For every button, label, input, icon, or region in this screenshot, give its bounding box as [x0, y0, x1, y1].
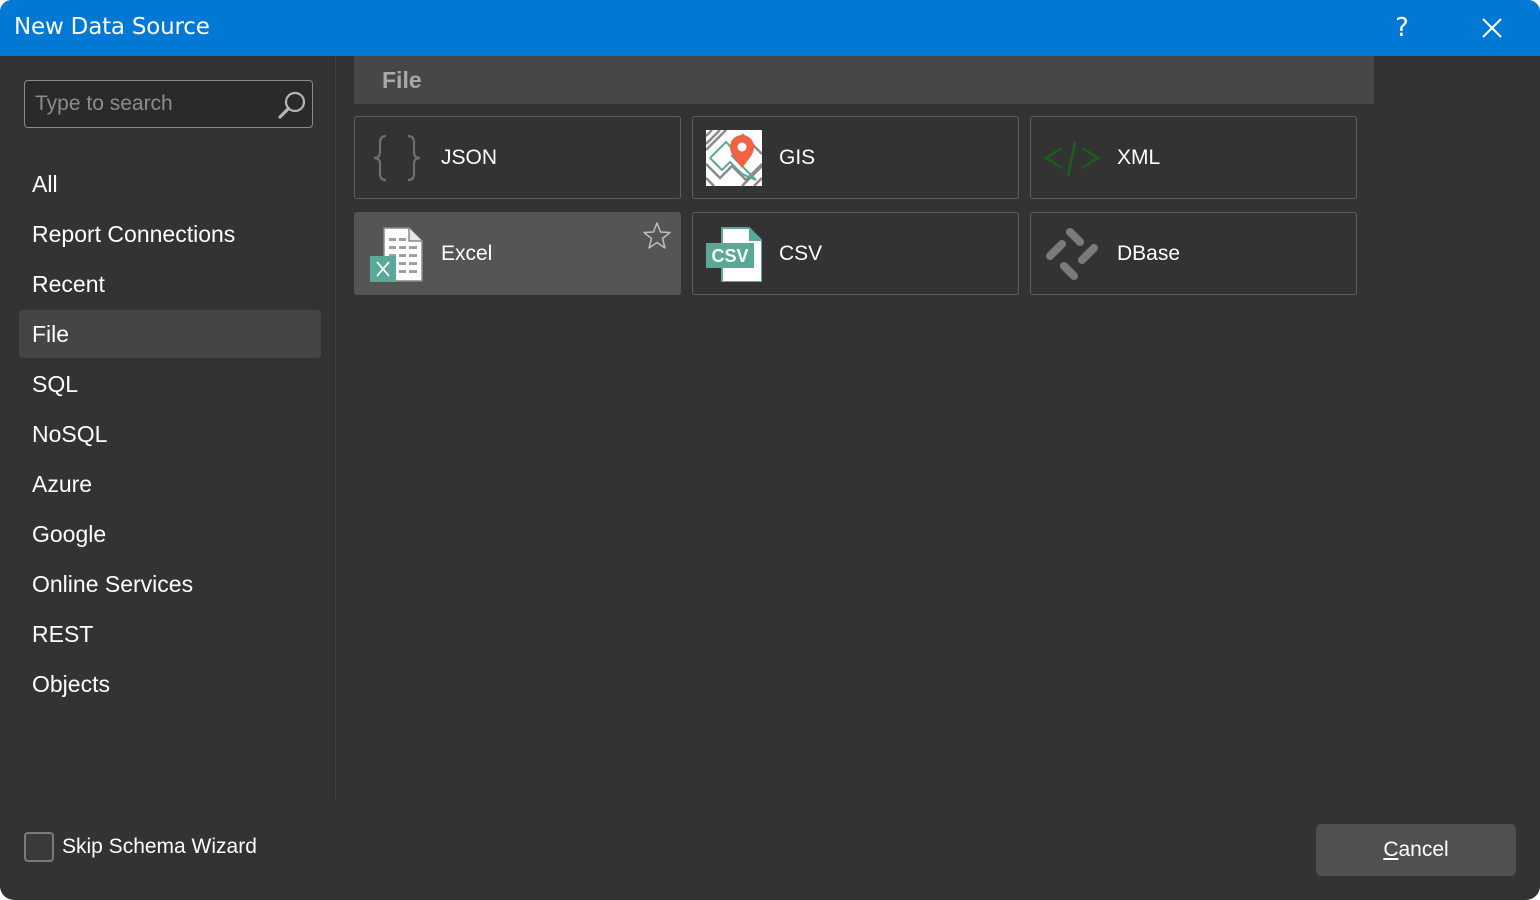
- close-button[interactable]: [1470, 8, 1514, 48]
- sidebar-item-label: Google: [32, 520, 107, 547]
- help-icon: ?: [1395, 13, 1409, 43]
- excel-file-icon: [370, 227, 423, 282]
- sidebar-item-label: Recent: [32, 270, 105, 297]
- source-tile-csv[interactable]: CSV CSV: [692, 212, 1019, 295]
- sidebar-item-label: Online Services: [32, 570, 194, 597]
- source-label: CSV: [779, 241, 823, 265]
- source-tile-json[interactable]: JSON: [354, 116, 681, 199]
- category-sidebar: All Report Connections Recent File SQL N…: [0, 56, 336, 800]
- gis-map-pin-icon: [706, 130, 762, 186]
- sidebar-item-sql[interactable]: SQL: [19, 360, 321, 408]
- source-label: GIS: [779, 145, 816, 169]
- sidebar-item-label: File: [32, 320, 70, 347]
- sidebar-item-label: All: [32, 170, 58, 197]
- help-button[interactable]: ?: [1380, 8, 1424, 48]
- checkbox-box[interactable]: [24, 832, 54, 862]
- json-braces-icon: [373, 134, 421, 182]
- group-header-file: File: [354, 56, 1374, 104]
- dbase-icon: [1046, 228, 1098, 280]
- source-tile-excel[interactable]: Excel: [354, 212, 681, 295]
- window-title: New Data Source: [14, 14, 210, 40]
- cancel-accelerator: C: [1383, 838, 1399, 861]
- star-outline-icon[interactable]: [642, 221, 672, 251]
- sidebar-item-online-services[interactable]: Online Services: [19, 560, 321, 608]
- xml-code-icon: [1044, 141, 1100, 177]
- skip-schema-wizard-label: Skip Schema Wizard: [62, 835, 257, 858]
- search-box[interactable]: [24, 80, 313, 128]
- sidebar-item-label: REST: [32, 620, 94, 647]
- source-label: DBase: [1117, 241, 1181, 265]
- sidebar-item-report-connections[interactable]: Report Connections: [19, 210, 321, 258]
- title-bar: New Data Source ?: [0, 0, 1540, 56]
- cancel-button[interactable]: Cancel: [1316, 824, 1516, 876]
- sidebar-item-azure[interactable]: Azure: [19, 460, 321, 508]
- source-tile-gis[interactable]: GIS: [692, 116, 1019, 199]
- sidebar-item-label: NoSQL: [32, 420, 108, 447]
- sidebar-item-objects[interactable]: Objects: [19, 660, 321, 708]
- sidebar-item-file[interactable]: File: [19, 310, 321, 358]
- sidebar-item-rest[interactable]: REST: [19, 610, 321, 658]
- svg-text:CSV: CSV: [711, 246, 748, 266]
- sidebar-item-label: SQL: [32, 370, 79, 397]
- search-icon[interactable]: [276, 89, 308, 121]
- sidebar-item-all[interactable]: All: [19, 160, 321, 208]
- source-tile-xml[interactable]: XML: [1030, 116, 1357, 199]
- source-tile-dbase[interactable]: DBase: [1030, 212, 1357, 295]
- category-list: All Report Connections Recent File SQL N…: [19, 160, 321, 710]
- cancel-label: ancel: [1398, 838, 1449, 861]
- source-label: Excel: [441, 241, 493, 265]
- source-label: JSON: [441, 145, 498, 169]
- skip-schema-wizard-checkbox[interactable]: Skip Schema Wizard: [24, 832, 257, 862]
- sidebar-item-recent[interactable]: Recent: [19, 260, 321, 308]
- sidebar-item-label: Azure: [32, 470, 93, 497]
- source-label: XML: [1117, 145, 1161, 169]
- sidebar-item-label: Objects: [32, 670, 110, 697]
- sidebar-item-label: Report Connections: [32, 220, 236, 247]
- sidebar-item-nosql[interactable]: NoSQL: [19, 410, 321, 458]
- group-title: File: [382, 66, 422, 93]
- close-icon: [1482, 18, 1502, 38]
- sidebar-item-google[interactable]: Google: [19, 510, 321, 558]
- new-data-source-dialog: New Data Source ? All Report Connections…: [0, 0, 1540, 900]
- csv-file-icon: CSV: [706, 227, 762, 282]
- search-input[interactable]: [35, 81, 275, 127]
